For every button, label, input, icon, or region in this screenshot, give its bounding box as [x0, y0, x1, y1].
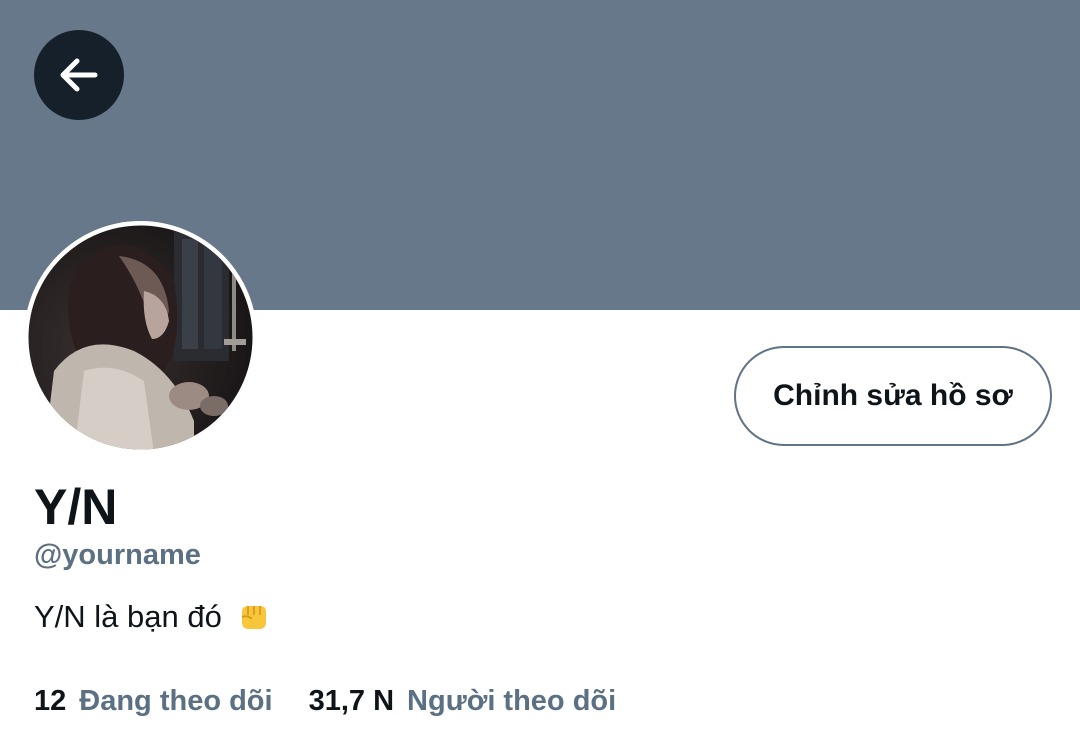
oncoming-fist-emoji [241, 606, 266, 629]
back-button[interactable] [34, 30, 124, 120]
arrow-left-icon [60, 58, 98, 92]
username-handle: @yourname [34, 539, 201, 571]
avatar[interactable] [24, 221, 257, 454]
edit-profile-button[interactable]: Chỉnh sửa hồ sơ [734, 346, 1052, 446]
bio-text: Y/N là bạn đó [34, 599, 222, 634]
following-count: 12 [34, 685, 67, 717]
profile-bio: Y/N là bạn đó [34, 597, 270, 637]
following-stat[interactable]: 12 Đang theo dõi [34, 682, 273, 720]
followers-label: Người theo dõi [407, 685, 617, 717]
display-name: Y/N [34, 479, 118, 535]
avatar-image [24, 221, 257, 454]
following-label: Đang theo dõi [79, 685, 273, 717]
profile-stats: 12 Đang theo dõi 31,7 N Người theo dõi [34, 682, 616, 720]
followers-count: 31,7 N [308, 685, 395, 717]
followers-stat[interactable]: 31,7 N Người theo dõi [309, 682, 617, 720]
